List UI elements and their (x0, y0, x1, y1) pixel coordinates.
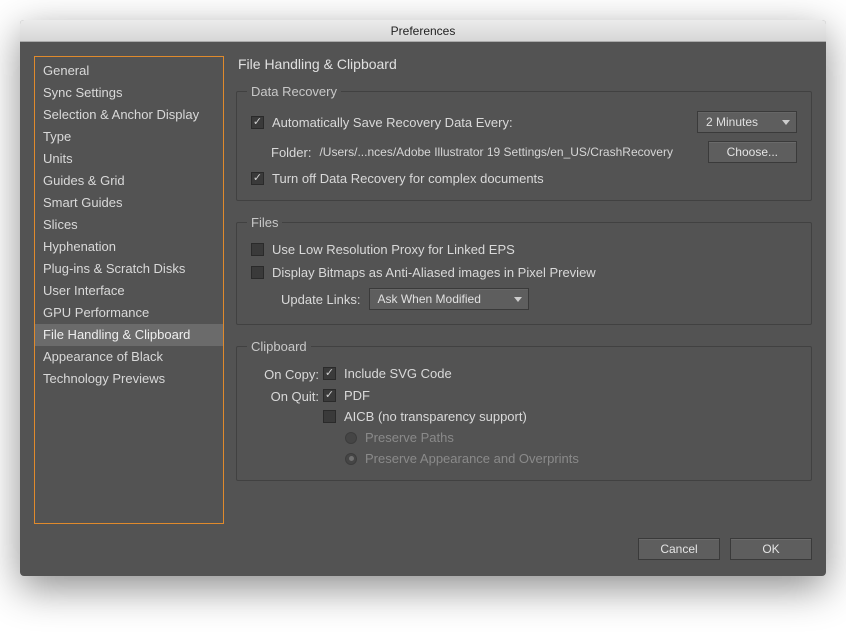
preserve-paths-label: Preserve Paths (365, 430, 454, 445)
interval-value: 2 Minutes (706, 115, 758, 129)
chevron-down-icon (514, 297, 522, 302)
legend-data-recovery: Data Recovery (247, 84, 341, 99)
sidebar-item-general[interactable]: General (35, 60, 223, 82)
main-panel: File Handling & Clipboard Data Recovery … (236, 56, 812, 524)
sidebar-item-gpu[interactable]: GPU Performance (35, 302, 223, 324)
bitmaps-label: Display Bitmaps as Anti-Aliased images i… (272, 265, 596, 280)
category-sidebar: General Sync Settings Selection & Anchor… (34, 56, 224, 524)
window-body: General Sync Settings Selection & Anchor… (20, 42, 826, 538)
dialog-button-row: Cancel OK (20, 538, 826, 576)
on-quit-label: On Quit: (251, 388, 323, 404)
interval-dropdown[interactable]: 2 Minutes (697, 111, 797, 133)
group-clipboard: Clipboard On Copy: Include SVG Code On Q… (236, 339, 812, 481)
sidebar-item-slices[interactable]: Slices (35, 214, 223, 236)
window-title: Preferences (391, 24, 456, 38)
group-data-recovery: Data Recovery Automatically Save Recover… (236, 84, 812, 201)
sidebar-item-smart-guides[interactable]: Smart Guides (35, 192, 223, 214)
legend-clipboard: Clipboard (247, 339, 311, 354)
sidebar-item-file-handling[interactable]: File Handling & Clipboard (35, 324, 223, 346)
sidebar-item-appearance-black[interactable]: Appearance of Black (35, 346, 223, 368)
aicb-checkbox[interactable] (323, 410, 336, 423)
window-titlebar: Preferences (20, 20, 826, 42)
chevron-down-icon (782, 120, 790, 125)
sidebar-item-user-interface[interactable]: User Interface (35, 280, 223, 302)
preserve-appearance-radio[interactable] (345, 453, 357, 465)
choose-button[interactable]: Choose... (708, 141, 797, 163)
sidebar-item-tech-previews[interactable]: Technology Previews (35, 368, 223, 390)
update-links-label: Update Links: (281, 292, 361, 307)
preserve-appearance-label: Preserve Appearance and Overprints (365, 451, 579, 466)
group-files: Files Use Low Resolution Proxy for Linke… (236, 215, 812, 325)
cancel-button[interactable]: Cancel (638, 538, 720, 560)
low-res-label: Use Low Resolution Proxy for Linked EPS (272, 242, 515, 257)
include-svg-checkbox[interactable] (323, 367, 336, 380)
turn-off-label: Turn off Data Recovery for complex docum… (272, 171, 544, 186)
include-svg-label: Include SVG Code (344, 366, 452, 381)
pdf-checkbox[interactable] (323, 389, 336, 402)
on-copy-label: On Copy: (251, 366, 323, 382)
ok-button[interactable]: OK (730, 538, 812, 560)
aicb-label: AICB (no transparency support) (344, 409, 527, 424)
pdf-label: PDF (344, 388, 370, 403)
low-res-checkbox[interactable] (251, 243, 264, 256)
folder-path: /Users/...nces/Adobe Illustrator 19 Sett… (319, 145, 673, 159)
sidebar-item-sync-settings[interactable]: Sync Settings (35, 82, 223, 104)
turn-off-checkbox[interactable] (251, 172, 264, 185)
sidebar-item-units[interactable]: Units (35, 148, 223, 170)
sidebar-item-hyphenation[interactable]: Hyphenation (35, 236, 223, 258)
update-links-dropdown[interactable]: Ask When Modified (369, 288, 529, 310)
auto-save-label: Automatically Save Recovery Data Every: (272, 115, 513, 130)
auto-save-checkbox[interactable] (251, 116, 264, 129)
legend-files: Files (247, 215, 282, 230)
sidebar-item-selection-anchor[interactable]: Selection & Anchor Display (35, 104, 223, 126)
sidebar-item-plugins-scratch[interactable]: Plug-ins & Scratch Disks (35, 258, 223, 280)
sidebar-item-type[interactable]: Type (35, 126, 223, 148)
folder-label: Folder: (271, 145, 311, 160)
preferences-window: Preferences General Sync Settings Select… (20, 20, 826, 576)
bitmaps-checkbox[interactable] (251, 266, 264, 279)
sidebar-item-guides-grid[interactable]: Guides & Grid (35, 170, 223, 192)
panel-title: File Handling & Clipboard (238, 56, 812, 72)
preserve-paths-radio[interactable] (345, 432, 357, 444)
update-links-value: Ask When Modified (378, 292, 481, 306)
